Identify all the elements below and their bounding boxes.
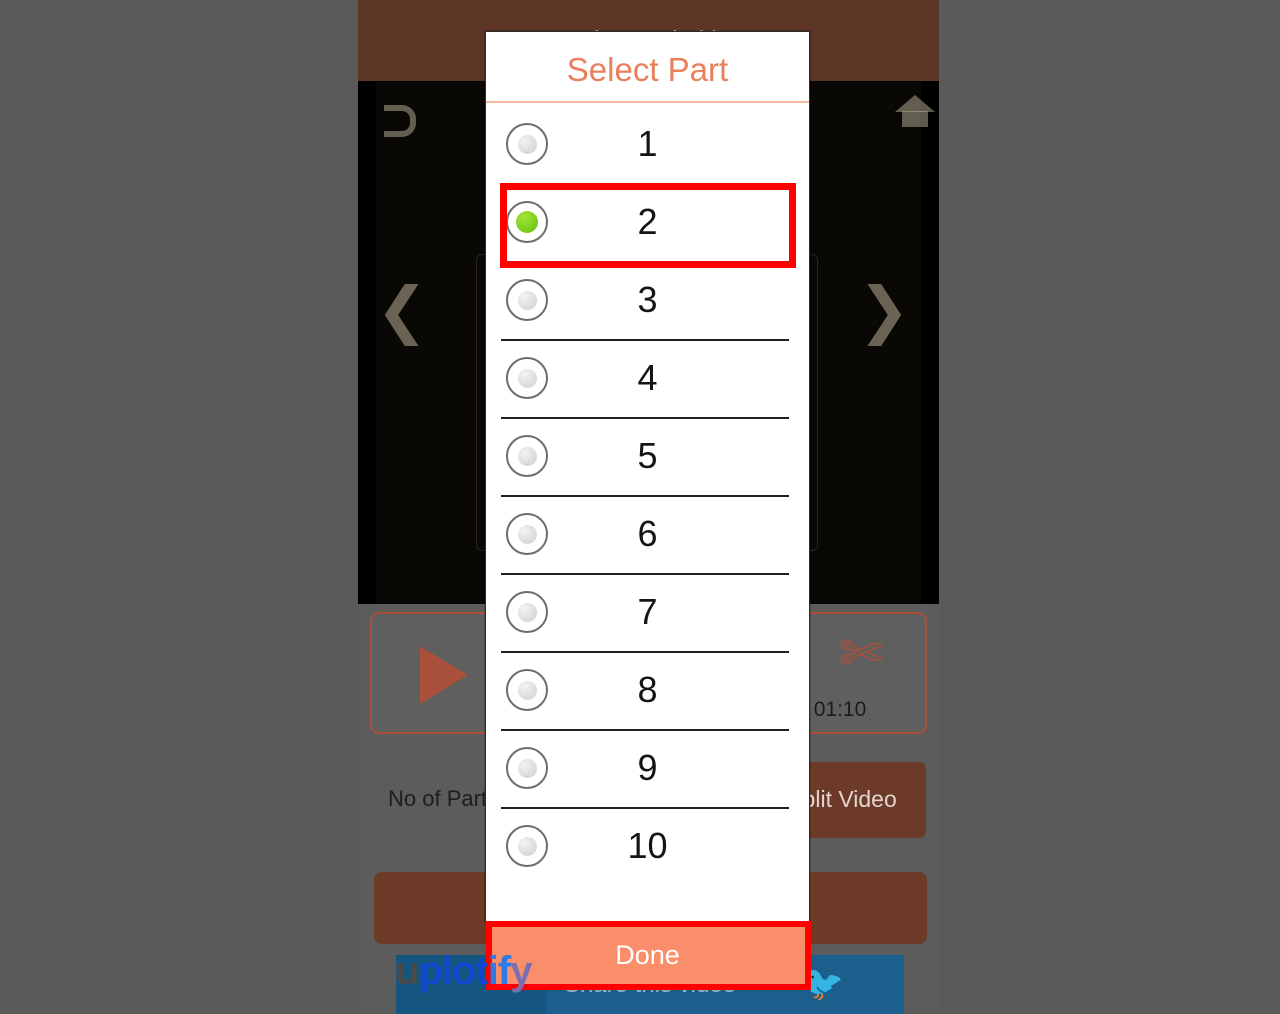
home-icon-body: [902, 111, 928, 127]
part-label-8: 8: [637, 669, 658, 710]
part-option-8[interactable]: 8: [486, 651, 809, 729]
part-label-5: 5: [637, 435, 658, 476]
play-icon: [420, 646, 468, 704]
part-label-6: 6: [637, 513, 658, 554]
watermark-part-2: plot: [418, 949, 488, 993]
part-label-10: 10: [627, 825, 668, 866]
select-part-dialog: Select Part 1 2 3 4 5 6 7 8 9 10: [485, 31, 810, 922]
done-button-label: Done: [615, 940, 680, 970]
part-option-7[interactable]: 7: [486, 573, 809, 651]
dialog-header: Select Part: [486, 32, 809, 103]
next-chevron-icon[interactable]: ❯: [858, 279, 910, 341]
part-option-6[interactable]: 6: [486, 495, 809, 573]
part-label-2: 2: [637, 201, 658, 242]
part-option-2[interactable]: 2: [486, 183, 809, 261]
part-label-7: 7: [637, 591, 658, 632]
part-option-10[interactable]: 10: [486, 807, 809, 885]
part-option-5[interactable]: 5: [486, 417, 809, 495]
watermark-part-3: if: [487, 949, 511, 993]
scissors-icon: ✄: [839, 624, 883, 684]
done-button[interactable]: Done: [486, 922, 809, 989]
part-label-3: 3: [637, 279, 658, 320]
watermark-uplotify: uplotify: [395, 949, 532, 994]
no-of-parts-label: No of Parts: [388, 786, 499, 811]
part-option-3[interactable]: 3: [486, 261, 809, 339]
part-option-4[interactable]: 4: [486, 339, 809, 417]
part-option-1[interactable]: 1: [486, 105, 809, 183]
prev-chevron-icon[interactable]: ❮: [376, 279, 428, 341]
part-label-4: 4: [637, 357, 658, 398]
part-option-9[interactable]: 9: [486, 729, 809, 807]
part-label-9: 9: [637, 747, 658, 788]
dialog-title: Select Part: [566, 51, 729, 88]
watermark-part-1: u: [395, 949, 419, 993]
screen-backdrop: Background Video ❮ ❯ ✄ 01:10: [0, 0, 1280, 1014]
watermark-part-4: y: [510, 949, 532, 993]
part-label-1: 1: [637, 123, 658, 164]
home-icon: [895, 95, 935, 112]
parts-option-list[interactable]: 1 2 3 4 5 6 7 8 9 10: [486, 105, 809, 922]
back-icon: [384, 105, 416, 137]
